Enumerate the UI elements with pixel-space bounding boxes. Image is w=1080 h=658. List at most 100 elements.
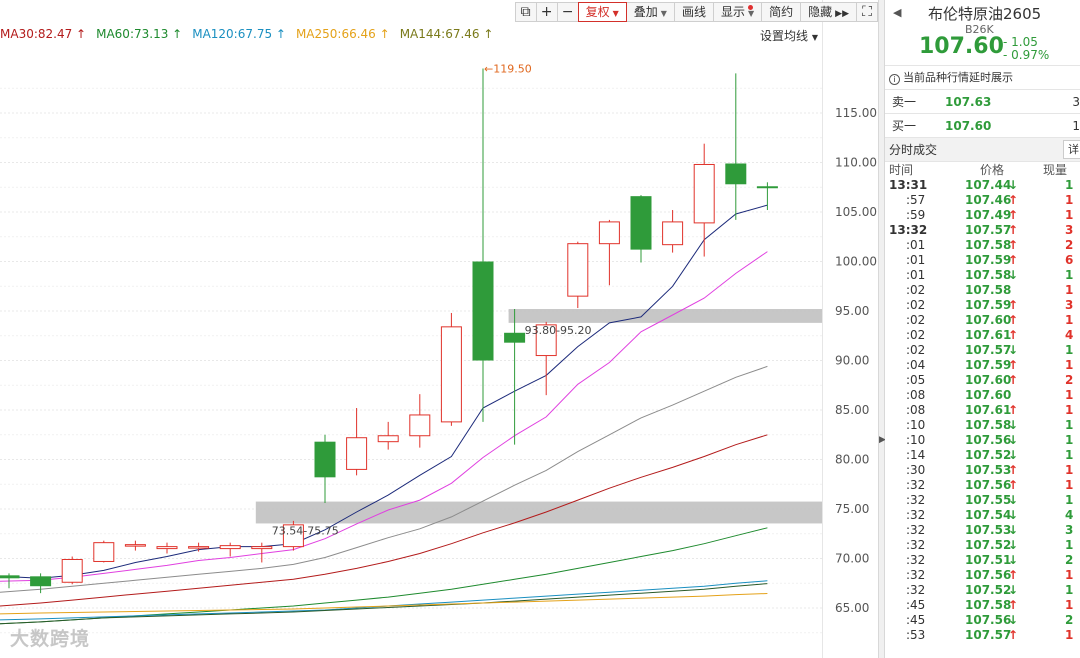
candle-body	[725, 163, 747, 185]
tick-price: 107.53	[965, 523, 1012, 537]
y-tick-label: 90.00	[835, 354, 869, 368]
candle-body	[219, 545, 241, 550]
ask-row: 卖一 107.63 3	[885, 90, 1080, 114]
kline-chart-area[interactable]: 115.00 110.00 105.00 100.00 95.00 90.00 85.00 8…	[0, 0, 878, 658]
collapse-panel-icon[interactable]: ▶	[879, 430, 886, 450]
change-percent: - 0.97%	[1003, 48, 1050, 62]
prev-instrument-icon[interactable]: ◀	[893, 6, 901, 19]
y-tick-label: 110.00	[835, 156, 877, 170]
tick-row: :32 107.54 ↓ 4	[885, 508, 1080, 523]
tick-direction-icon: ↑	[1008, 298, 1019, 312]
tick-direction-icon: ↓	[1008, 613, 1019, 627]
tick-price: 107.56	[965, 568, 1012, 582]
y-tick-label: 85.00	[835, 403, 869, 417]
app-root: 115.00 110.00 105.00 100.00 95.00 90.00 85.00 8…	[0, 0, 1080, 658]
tick-direction-icon: ↓	[1008, 268, 1019, 282]
simple-button[interactable]: 简约	[761, 2, 802, 22]
candle-body	[30, 576, 52, 587]
tick-row: 13:31 107.44 ↓ 1	[885, 178, 1080, 193]
zoom-out-icon[interactable]: −	[556, 2, 579, 22]
bid-label: 买一	[892, 119, 917, 133]
tick-volume: 1	[1065, 403, 1074, 417]
overlay-button[interactable]: 叠加 ▼	[625, 2, 675, 22]
y-tick-label: 65.00	[835, 601, 869, 615]
tick-price: 107.60	[965, 313, 1012, 327]
tick-price: 107.52	[965, 448, 1012, 462]
tick-time: :01	[906, 268, 926, 282]
hide-button[interactable]: 隐藏 ▶▶	[800, 2, 857, 22]
display-button[interactable]: 显示 ▼	[712, 2, 763, 22]
tick-volume: 1	[1065, 478, 1074, 492]
copy-icon[interactable]: ⧉	[514, 2, 537, 22]
tick-time: :32	[906, 538, 926, 552]
candle-body	[93, 542, 115, 562]
tick-row: :45 107.56 ↓ 2	[885, 613, 1080, 628]
tick-row: :10 107.58 ↓ 1	[885, 418, 1080, 433]
tick-volume: 4	[1065, 328, 1074, 342]
tick-time: :57	[906, 193, 926, 207]
tick-direction-icon: ↑	[1008, 598, 1019, 612]
tick-row: :02 107.60 ↑ 1	[885, 313, 1080, 328]
tick-volume: 1	[1065, 493, 1074, 507]
tick-price: 107.59	[965, 298, 1012, 312]
tick-volume: 1	[1065, 568, 1074, 582]
tick-time: :14	[906, 448, 926, 462]
tick-time: :04	[906, 358, 926, 372]
tick-volume: 1	[1065, 358, 1074, 372]
panel-divider[interactable]	[878, 0, 885, 658]
bid-volume: 1	[1072, 119, 1080, 133]
tick-time: :08	[906, 403, 926, 417]
tick-volume: 2	[1065, 373, 1074, 387]
col-price: 价格	[980, 163, 1005, 177]
tick-time: :53	[906, 628, 926, 642]
watermark: 大数跨境	[10, 628, 91, 650]
tick-direction-icon: ↑	[1008, 628, 1019, 642]
tick-row: :04 107.59 ↑ 1	[885, 358, 1080, 373]
zoom-in-icon[interactable]: +	[535, 2, 558, 22]
ticks-title: 分时成交	[889, 143, 938, 157]
tick-time: :45	[906, 598, 926, 612]
tick-volume: 1	[1065, 538, 1074, 552]
y-tick-label: 95.00	[835, 304, 869, 318]
draw-line-button[interactable]: 画线	[673, 2, 714, 22]
tick-volume: 1	[1065, 313, 1074, 327]
tick-row: :45 107.58 ↑ 1	[885, 598, 1080, 613]
tick-price: 107.53	[965, 463, 1012, 477]
tick-price: 107.60	[965, 388, 1012, 402]
tick-volume: 3	[1065, 223, 1074, 237]
delay-notice: i 当前品种行情延时展示	[885, 66, 1080, 90]
tick-price: 107.57	[965, 223, 1012, 237]
tick-volume: 2	[1065, 613, 1074, 627]
tick-time: :02	[906, 328, 926, 342]
ma-settings-button[interactable]: 设置均线 ▼	[760, 27, 818, 44]
candle-body	[504, 332, 526, 343]
tick-price: 107.56	[965, 478, 1012, 492]
tick-direction-icon: ↓	[1008, 493, 1019, 507]
ticks-detail-button[interactable]: 详	[1063, 140, 1080, 159]
candle-body	[598, 221, 620, 245]
tick-price: 107.52	[965, 538, 1012, 552]
candle-body	[377, 435, 399, 443]
candle-body	[188, 546, 210, 549]
kline-chart[interactable]: 115.00 110.00 105.00 100.00 95.00 90.00 85.00 8…	[0, 0, 878, 658]
tick-row: :32 107.55 ↓ 1	[885, 493, 1080, 508]
tick-volume: 1	[1065, 208, 1074, 222]
tick-volume: 1	[1065, 418, 1074, 432]
fuquan-button[interactable]: 复权 ▼	[577, 2, 627, 22]
y-tick-label: 70.00	[835, 552, 869, 566]
fullscreen-icon[interactable]: ⛶	[856, 2, 878, 22]
tick-time: :32	[906, 508, 926, 522]
tick-volume: 6	[1065, 253, 1074, 267]
tick-direction-icon: ↑	[1008, 328, 1019, 342]
tick-time: :01	[906, 238, 926, 252]
col-time: 时间	[889, 163, 914, 177]
tick-time: :59	[906, 208, 926, 222]
tick-time: :45	[906, 613, 926, 627]
candle-body	[567, 243, 589, 297]
ticks-list[interactable]: 13:31 107.44 ↓ 1:57 107.46 ↑ 1:59 107.49 ↑ 1 13:32…	[885, 178, 1080, 643]
tick-price: 107.58	[965, 598, 1012, 612]
tick-time: :32	[906, 583, 926, 597]
tick-volume: 3	[1065, 523, 1074, 537]
candle-body	[693, 163, 715, 224]
tick-row: :01 107.59 ↑ 6	[885, 253, 1080, 268]
